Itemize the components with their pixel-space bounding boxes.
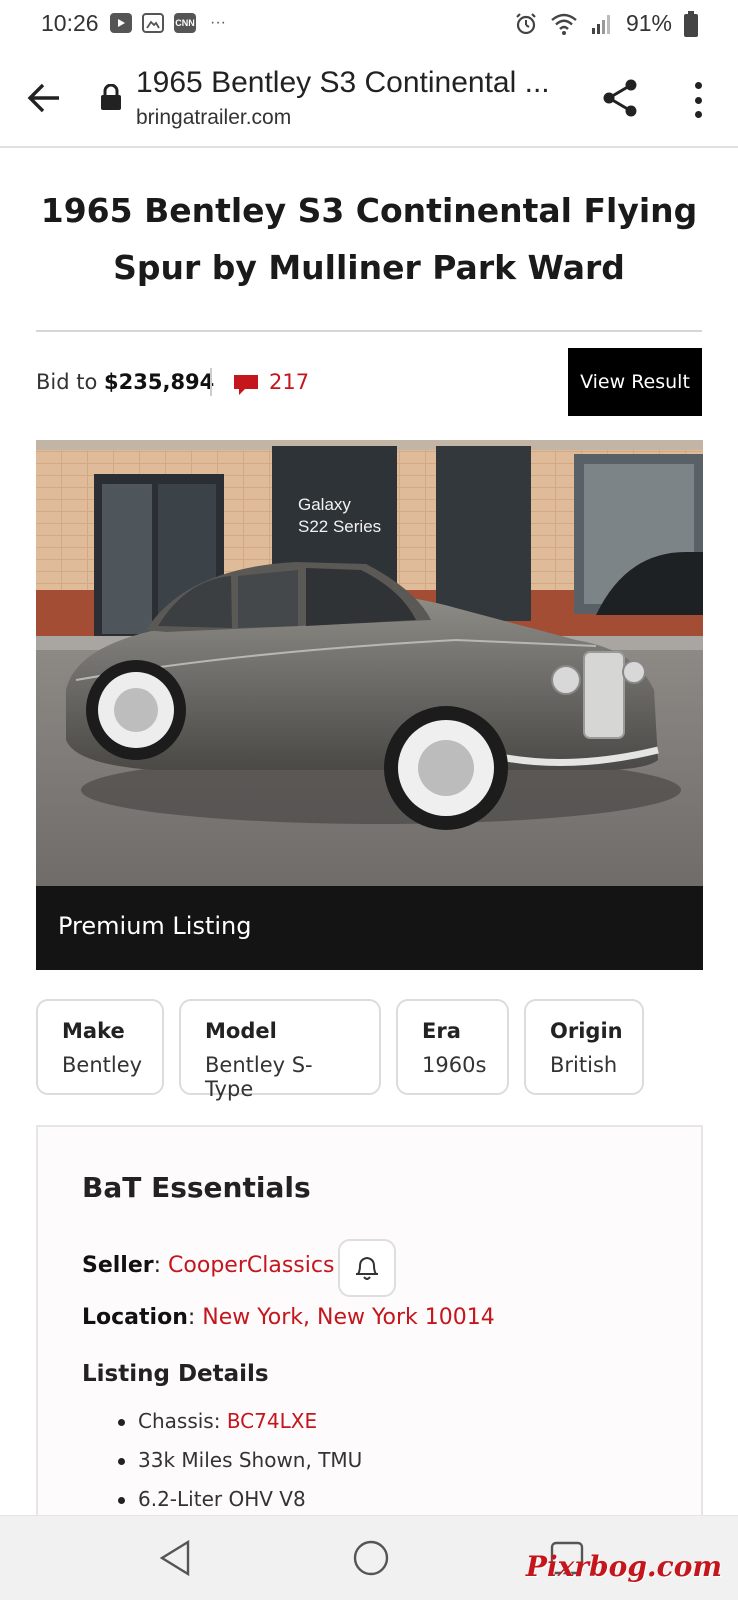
bid-amount: $235,894 [104,370,215,394]
seller-line: Seller: CooperClassics [82,1253,335,1278]
more-dot [694,82,702,89]
listing-photo[interactable]: Galaxy S22 Series [36,440,703,886]
photo-sign-line-2: S22 Series [298,517,381,536]
status-time: 10:26 [41,10,99,36]
fact-value: 1960s [422,1053,487,1077]
battery-icon [684,10,698,37]
watermark: Pixrbog.com [525,1550,722,1583]
share-icon [603,79,637,117]
alarm-icon [516,12,536,34]
nav-back-icon [159,1539,190,1577]
chassis-link[interactable]: BC74LXE [227,1409,317,1433]
photo-sign-line-1: Galaxy [298,495,351,514]
more-dot [694,111,702,118]
title-divider [36,330,702,332]
follow-seller-button[interactable] [338,1239,396,1297]
quick-facts: Make Bentley Model Bentley S-Type Era 19… [36,999,644,1101]
list-item: Chassis: BC74LXE [118,1409,362,1448]
premium-listing-label: Premium Listing [58,912,252,940]
back-button[interactable] [24,76,64,120]
nav-home-icon [353,1540,389,1576]
nav-home-button[interactable] [346,1536,396,1580]
cnn-icon: CNN [174,13,196,33]
fact-label: Origin [550,1019,623,1043]
browser-toolbar: 1965 Bentley S3 Continental ... bringatr… [0,50,738,148]
page-title-in-url[interactable]: 1965 Bentley S3 Continental ... [136,66,566,100]
fact-model[interactable]: Model Bentley S-Type [179,999,381,1101]
location-line: Location: New York, New York 10014 [82,1305,495,1330]
youtube-icon [110,13,132,33]
essentials-title: BaT Essentials [82,1171,311,1204]
listing-details-list: Chassis: BC74LXE 33k Miles Shown, TMU 6.… [118,1409,362,1526]
view-result-button[interactable]: View Result [568,348,702,416]
fact-make[interactable]: Make Bentley [36,999,164,1095]
notification-icons: CNN ··· [110,13,226,33]
list-item: 33k Miles Shown, TMU [118,1448,362,1487]
battery-percent: 91% [625,10,672,36]
fact-era[interactable]: Era 1960s [396,999,509,1095]
car-photo: Galaxy S22 Series [36,440,703,886]
system-status: 91% [514,10,698,37]
fact-label: Make [62,1019,125,1043]
wifi-icon [551,13,577,35]
gallery-icon [142,13,164,33]
location-link[interactable]: New York, New York 10014 [202,1305,494,1330]
lock-icon [101,84,121,110]
bid-info: Bid to $235,894 [36,370,214,394]
fact-value: Bentley [62,1053,143,1077]
fact-label: Model [205,1019,277,1043]
nav-back-button[interactable] [150,1536,200,1580]
more-notifications-icon: ··· [210,14,226,31]
fact-origin[interactable]: Origin British [524,999,644,1095]
premium-listing-banner: Premium Listing [36,886,703,970]
more-options-button[interactable] [680,78,716,122]
url-domain[interactable]: bringatrailer.com [136,106,291,130]
seller-link[interactable]: CooperClassics [168,1253,334,1278]
more-dot [694,96,702,104]
bid-row: Bid to $235,894 217 View Result [36,348,702,418]
signal-icon [591,14,610,34]
fact-label: Era [422,1019,461,1043]
listing-title: 1965 Bentley S3 Continental Flying Spur … [40,191,698,287]
comment-count[interactable]: 217 [269,370,309,394]
comment-icon[interactable] [233,374,259,396]
chassis-label: Chassis: [138,1409,227,1433]
bell-icon [356,1256,378,1280]
fact-value: British [550,1053,618,1077]
bid-prefix: Bid to [36,370,105,394]
location-label: Location [82,1305,188,1330]
share-button[interactable] [598,76,642,120]
listing-details-title: Listing Details [82,1361,269,1387]
bat-essentials: BaT Essentials Seller: CooperClassics Lo… [36,1125,703,1525]
back-arrow-icon [27,83,59,113]
bid-divider [210,368,212,396]
seller-label: Seller [82,1253,154,1278]
status-bar: 10:26 CNN ··· 91% [0,0,738,50]
fact-value: Bentley S-Type [205,1053,313,1101]
